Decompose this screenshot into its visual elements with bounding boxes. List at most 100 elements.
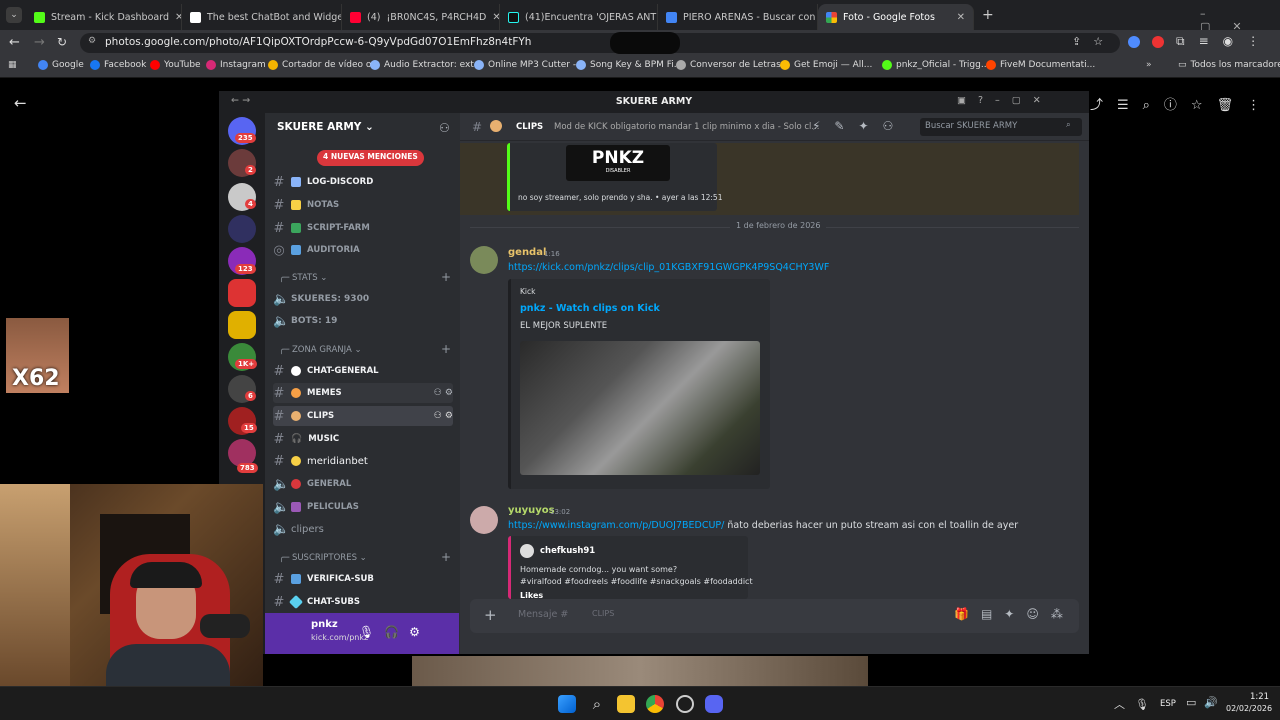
channel-verifica-sub[interactable]: # VERIFICA-SUB (273, 569, 453, 589)
bookmark-youtube[interactable]: YouTube (150, 60, 201, 70)
message-link[interactable]: https://kick.com/pnkz/clips/clip_01KGBXF… (508, 262, 829, 273)
clock-time[interactable]: 1:21 (1250, 692, 1269, 702)
close-icon[interactable]: ✕ (957, 12, 965, 23)
bookmark-cortador[interactable]: Cortador de vídeo o... (268, 60, 380, 70)
server-icon[interactable] (228, 215, 256, 243)
channel-chat-general[interactable]: # CHAT-GENERAL (273, 361, 453, 381)
apps-grid-icon[interactable]: ▦ (8, 60, 17, 70)
clock-date[interactable]: 02/02/2026 (1226, 704, 1272, 713)
channel-script-farm[interactable]: # SCRIPT-FARM (273, 218, 453, 238)
voice-general[interactable]: 🔈 GENERAL (273, 474, 453, 494)
voice-stat-bots[interactable]: 🔈 BOTS: 19 (273, 311, 453, 331)
all-bookmarks-folder[interactable]: ▭ Todos los marcadores (1178, 60, 1280, 70)
user-panel: pnkz kick.com/pnkz 🎙🎧⚙ (265, 613, 459, 654)
server-name-header[interactable]: SKUERE ARMY ⌄ (265, 113, 460, 141)
message-link[interactable]: https://www.instagram.com/p/DUOJ7BEDCUP/ (508, 520, 724, 531)
add-channel-icon[interactable]: + (441, 270, 451, 284)
mic-headset-settings-icons[interactable]: 🎙🎧⚙ (359, 625, 430, 639)
bookmark-google[interactable]: Google (38, 60, 84, 70)
message-author[interactable]: gendal (508, 247, 546, 258)
avatar[interactable] (470, 246, 498, 274)
add-channel-icon[interactable]: + (441, 342, 451, 356)
avatar[interactable] (470, 506, 498, 534)
close-icon[interactable]: ✕ (175, 12, 181, 23)
voice-stat-skueres[interactable]: 🔈 SKUERES: 9300 (273, 289, 453, 309)
more-bookmarks-icon[interactable]: » (1146, 60, 1152, 70)
close-icon[interactable]: ✕ (492, 12, 499, 23)
channel-log-discord[interactable]: # LOG-DISCORD (273, 172, 453, 192)
bookmark-audio-extractor[interactable]: Audio Extractor: ext... (370, 60, 482, 70)
start-menu-icon[interactable] (558, 695, 576, 713)
search-input[interactable]: Buscar SKUERE ARMY ⌕ (920, 118, 1082, 136)
obs-icon[interactable] (676, 695, 694, 713)
composer-action-icons[interactable]: 🎁▤✦☺⁂ (954, 607, 1075, 621)
tab-google-search[interactable]: PIERO ARENAS - Buscar con Go✕ (658, 4, 818, 30)
network-volume-icons[interactable]: ▭🔊 (1186, 696, 1226, 709)
bookmark-pnkz-oficial[interactable]: pnkz_Oficial - Trigg... (882, 60, 989, 70)
channel-meridianbet[interactable]: # meridianbet (273, 451, 453, 471)
bookmark-conversor[interactable]: Conversor de Letras... (676, 60, 789, 70)
server-icon[interactable] (228, 279, 256, 307)
viewer-actions-icons[interactable]: ⤴☰⌕ⓘ☆🗑⋮ (1090, 94, 1274, 113)
new-tab-button[interactable]: + (982, 7, 994, 23)
tab-youtube[interactable]: (4) ‍ ¡BR0NC4S, P4RCH4D ✕ (342, 4, 500, 30)
file-explorer-icon[interactable] (617, 695, 635, 713)
channel-memes[interactable]: # MEMES ⚇ ⚙ (273, 383, 453, 403)
tab-chatbot[interactable]: The best ChatBot and Widgets✕ (182, 4, 342, 30)
tab-kick-dashboard[interactable]: Stream - Kick Dashboard✕ (26, 4, 182, 30)
voice-clipers[interactable]: 🔈 clipers (273, 519, 453, 539)
header-action-icons[interactable]: ⚡✎✦⚇ (812, 119, 907, 133)
reload-icon[interactable]: ↻ (57, 35, 67, 49)
search-icon[interactable]: ⌕ (588, 695, 606, 713)
category-stats[interactable]: ╭─ STATS ⌄ (279, 273, 327, 283)
tray-icons[interactable]: ︿🎙 (1114, 696, 1159, 712)
bookmark-get-emoji[interactable]: Get Emoji — All... (780, 60, 872, 70)
microphone (200, 614, 250, 638)
bookmark-song-key[interactable]: Song Key & BPM Fi... (576, 60, 682, 70)
forward-arrow-icon[interactable]: → (34, 35, 45, 50)
youtube-icon (350, 11, 361, 23)
embed-title-link[interactable]: pnkz - Watch clips on Kick (520, 303, 660, 314)
channel-settings-icon[interactable]: ⚇ ⚙ (434, 388, 453, 398)
channel-auditoria[interactable]: ◎ AUDITORIA (273, 240, 453, 260)
add-attachment-icon[interactable]: + (484, 606, 497, 624)
discord-icon[interactable] (705, 695, 723, 713)
channel-music[interactable]: # 🎧 MUSIC (273, 429, 453, 449)
toolbar-icons[interactable]: ⧉≡◉⋮ (1176, 34, 1273, 49)
bookmark-facebook[interactable]: Facebook (90, 60, 146, 70)
message-author[interactable]: yuyuyos (508, 505, 555, 516)
message-composer[interactable]: + Mensaje # CLIPS 🎁▤✦☺⁂ (470, 599, 1079, 633)
back-arrow-icon[interactable]: ← (9, 35, 20, 50)
new-mentions-badge[interactable]: 4 NUEVAS MENCIONES (317, 150, 424, 166)
bookmark-instagram[interactable]: Instagram (206, 60, 266, 70)
nav-arrows-icon[interactable]: ← → (231, 95, 250, 106)
chrome-icon[interactable] (646, 695, 664, 713)
address-actions-icons[interactable]: ⇪☆ (1072, 35, 1115, 48)
category-suscriptores[interactable]: ╭─ SUSCRIPTORES ⌄ (279, 553, 367, 563)
extension-icon[interactable] (1152, 36, 1164, 48)
tab-tiktok[interactable]: (41)Encuentra 'OJERAS ANTES✕ (500, 4, 658, 30)
tab-google-photos[interactable]: Foto - Google Fotos ✕ (818, 4, 974, 30)
bookmark-fivem[interactable]: FiveM Documentati... (986, 60, 1095, 70)
channel-settings-icon[interactable]: ⚇ ⚙ (434, 411, 453, 421)
tab-search-icon[interactable]: ⌄ (6, 7, 22, 23)
channel-chat-subs[interactable]: # CHAT-SUBS (273, 592, 453, 612)
channel-clips[interactable]: # CLIPS ⚇ ⚙ (273, 406, 453, 426)
bookmark-mp3-cutter[interactable]: Online MP3 Cutter -... (474, 60, 585, 70)
back-arrow-icon[interactable]: ← (14, 94, 27, 112)
channel-notas[interactable]: # NOTAS (273, 195, 453, 215)
embed-author[interactable]: chefkush91 (540, 546, 595, 556)
clip-thumbnail[interactable] (520, 341, 760, 475)
add-channel-icon[interactable]: + (441, 550, 451, 564)
server-icon[interactable] (228, 311, 256, 339)
url-field[interactable]: ⚙ photos.google.com/photo/AF1QipOXTOrdpP… (80, 32, 1120, 54)
language-indicator[interactable]: ESP (1160, 699, 1176, 709)
channel-topic[interactable]: Mod de KICK obligatorio mandar 1 clip mi… (554, 122, 820, 132)
category-zona-granja[interactable]: ╭─ ZONA GRANJA ⌄ (279, 345, 362, 355)
voice-peliculas[interactable]: 🔈 PELICULAS (273, 497, 453, 517)
extension-icon[interactable] (1128, 36, 1140, 48)
add-user-icon[interactable]: ⚇ (439, 121, 450, 135)
window-controls[interactable]: ▣?–▢✕ (957, 95, 1053, 106)
site-info-icon[interactable]: ⚙ (88, 36, 96, 46)
kick-icon (34, 11, 45, 23)
